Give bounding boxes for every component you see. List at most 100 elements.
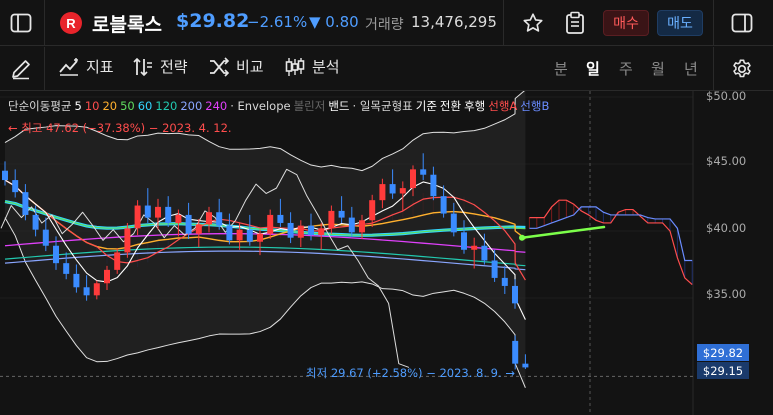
indicator-chart-icon [59, 57, 78, 76]
drawing-tool-button[interactable] [6, 55, 36, 83]
divider [44, 0, 45, 46]
candle-body [308, 225, 314, 236]
candle-body [379, 184, 386, 201]
sell-button[interactable]: 매도 [657, 10, 703, 36]
candle-body [420, 169, 427, 175]
timeframe-month[interactable]: 월 [651, 58, 665, 79]
indicators-button[interactable]: 지표 [58, 56, 114, 77]
candle-body [512, 340, 519, 364]
candle-body [73, 273, 80, 288]
candle-body [32, 214, 39, 230]
candle-body [267, 214, 274, 234]
last-price-tag: $29.82 [697, 344, 749, 361]
legend-item[interactable]: 전환 [440, 99, 461, 113]
analysis-label: 분석 [312, 58, 340, 76]
order-list-button[interactable] [561, 8, 589, 38]
legend-item[interactable]: 선행B [520, 99, 549, 113]
sidebar-icon [10, 13, 32, 33]
divider [44, 47, 45, 91]
compare-icon [210, 56, 230, 77]
stock-price: $29.82 [176, 10, 250, 32]
candle-body [226, 225, 233, 241]
legend-item[interactable]: 20 [102, 99, 117, 113]
analysis-button[interactable]: 분석 [284, 56, 340, 77]
candle-body [399, 188, 406, 194]
legend-item[interactable]: · 일목균형표 [353, 99, 413, 113]
compare-label: 비교 [236, 58, 264, 76]
candle-body [461, 232, 467, 250]
volume-label: 거래량 [365, 17, 404, 33]
timeframe-year[interactable]: 년 [684, 58, 698, 79]
legend-item[interactable]: 밴드 [328, 99, 349, 113]
legend-item[interactable]: · Envelope [230, 99, 290, 113]
candle-body [144, 205, 151, 218]
candle-body [481, 245, 488, 261]
y-axis-tick: $40.00 [706, 221, 747, 235]
candle-body [206, 212, 212, 225]
strategy-icon [133, 57, 152, 76]
buy-button[interactable]: 매수 [603, 10, 649, 36]
indicator-legend[interactable]: 단순이동평균 5 10 20 50 60 120 200 240 · Envelope 볼린저 밴드 ·… [8, 98, 552, 114]
top-bar: R 로블록스 $29.82 −2.61% ▼ 0.80 거래량 13,476,2… [0, 0, 773, 46]
candle-body [338, 210, 345, 218]
legend-item[interactable]: 120 [155, 99, 177, 113]
legend-item[interactable]: 후행 [464, 99, 485, 113]
change-percent: −2.61% [247, 13, 308, 31]
candle-body [512, 285, 518, 304]
timeframe-week[interactable]: 주 [619, 58, 633, 79]
candle-body [359, 220, 365, 233]
divider [713, 0, 714, 46]
legend-item[interactable]: 60 [138, 99, 153, 113]
compare-button[interactable]: 비교 [208, 56, 264, 77]
legend-item[interactable]: 240 [205, 99, 227, 113]
candle-body [216, 212, 223, 226]
strategy-label: 전략 [160, 58, 188, 76]
y-axis-tick: $35.00 [706, 287, 747, 301]
candle-body [369, 200, 376, 221]
legend-item[interactable]: 볼린저 [294, 99, 326, 113]
candle-body [430, 174, 437, 197]
candle-body [348, 217, 355, 233]
legend-item[interactable]: 5 [74, 99, 81, 113]
candle-body [165, 206, 172, 223]
current-price-tag: $29.15 [697, 362, 749, 379]
chart-toolbar: 지표 전략 비교 분석 분 일 주 월 년 [0, 47, 773, 91]
strategy-button[interactable]: 전략 [132, 56, 188, 77]
legend-item[interactable]: 기준 [416, 99, 437, 113]
change-value: ▼ 0.80 [309, 13, 359, 31]
side-panel-toggle-button[interactable] [727, 9, 757, 37]
candle-body [53, 245, 59, 264]
span-a-line [529, 199, 693, 286]
divider [713, 47, 714, 91]
legend-item[interactable]: 선행A [488, 99, 517, 113]
candle-body [2, 170, 8, 181]
candle-body [155, 206, 161, 218]
divider [503, 0, 504, 46]
candle-body [389, 184, 396, 194]
timeframe-day[interactable]: 일 [586, 58, 600, 79]
candle-body [12, 180, 19, 193]
star-icon [523, 13, 543, 32]
candle-body [471, 245, 478, 250]
legend-item[interactable]: 50 [120, 99, 135, 113]
candle-body [114, 252, 121, 270]
trend-line-anchor [519, 234, 525, 241]
stock-name: 로블록스 [92, 14, 162, 36]
legend-item[interactable]: 10 [85, 99, 100, 113]
timeframe-minute[interactable]: 분 [554, 58, 568, 79]
candle-body [491, 260, 498, 278]
volume-more-chevron-icon[interactable]: › [488, 13, 494, 29]
candle-body [104, 269, 110, 284]
candle-body [328, 210, 335, 229]
sidebar-toggle-button[interactable] [6, 9, 36, 37]
candle-body [410, 169, 416, 189]
favorite-button[interactable] [519, 8, 547, 38]
low-annotation: 최저 29.67 (+2.58%) − 2023. 8. 9. → [306, 366, 515, 380]
legend-item[interactable]: 단순이동평균 [8, 99, 71, 113]
chart-settings-button[interactable] [727, 55, 757, 83]
volume-value: 13,476,295 [411, 13, 497, 31]
candle-body [297, 225, 304, 238]
candle-body [175, 214, 182, 223]
candle-body [22, 192, 29, 215]
legend-item[interactable]: 200 [180, 99, 202, 113]
